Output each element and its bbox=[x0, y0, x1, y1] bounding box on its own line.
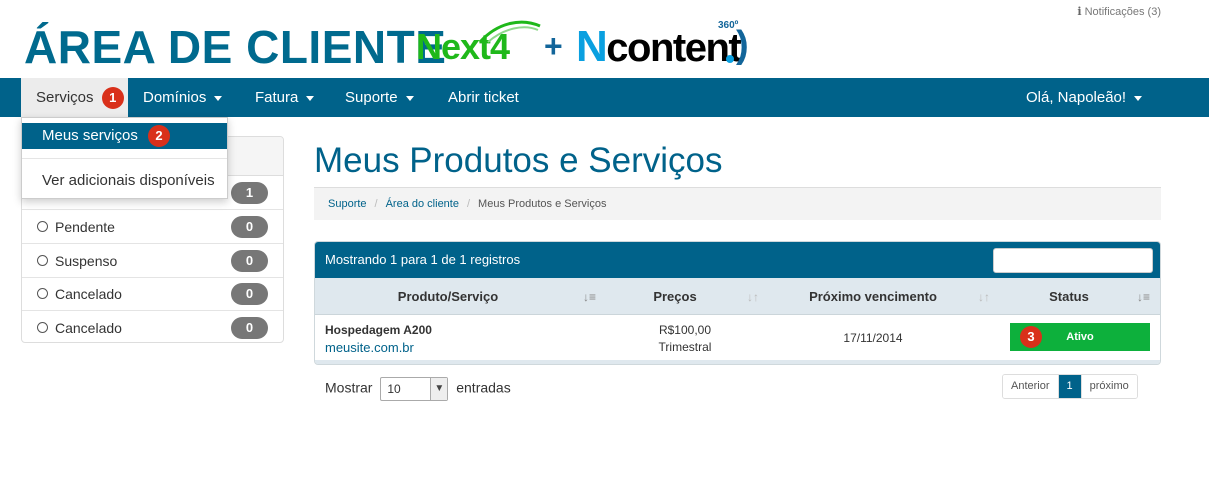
nav-abrir-ticket-label: Abrir ticket bbox=[448, 89, 519, 106]
sidebar-item-cancelado[interactable]: Cancelado 0 bbox=[22, 277, 283, 311]
step-badge-1: 1 bbox=[101, 87, 124, 110]
nav-fatura[interactable]: Fatura bbox=[255, 78, 315, 117]
servicos-dropdown-menu: Meus serviços 2 Ver adicionais disponíve… bbox=[21, 117, 228, 199]
status-label: Ativo bbox=[1066, 331, 1094, 343]
table-footer-bar bbox=[315, 360, 1160, 364]
nav-dominios[interactable]: Domínios bbox=[143, 78, 223, 117]
caret-down-icon bbox=[214, 95, 223, 101]
column-header-precos[interactable]: Preços bbox=[605, 278, 745, 315]
logo-swoosh-icon bbox=[478, 20, 541, 44]
product-name: Hospedagem A200 bbox=[325, 323, 432, 337]
sort-desc-icon: ↓≡ bbox=[583, 290, 597, 304]
nav-user-label: Olá, Napoleão! bbox=[1026, 89, 1127, 106]
pagination: Anterior 1 próximo bbox=[1002, 374, 1138, 399]
sidebar-item-label: Cancelado bbox=[55, 286, 122, 302]
nav-suporte[interactable]: Suporte bbox=[345, 78, 414, 117]
sidebar-item-pendente[interactable]: Pendente 0 bbox=[22, 210, 283, 244]
menu-item-ver-adicionais[interactable]: Ver adicionais disponíveis bbox=[42, 172, 215, 189]
chevron-down-icon: ▼ bbox=[430, 378, 448, 400]
table-row[interactable]: Hospedagem A200 meusite.com.br R$100,00 … bbox=[315, 315, 1160, 360]
breadcrumb: Suporte / Área do cliente / Meus Produtos e … bbox=[314, 187, 1161, 220]
pagination-prev[interactable]: Anterior bbox=[1003, 375, 1058, 398]
sidebar-item-label: Suspenso bbox=[55, 253, 118, 269]
menu-divider bbox=[22, 158, 227, 159]
column-header-produto[interactable]: Produto/Serviço bbox=[315, 278, 581, 315]
logo-ncontent-rest: content bbox=[606, 26, 741, 70]
entries-select[interactable]: 10 ▼ bbox=[380, 377, 449, 401]
breadcrumb-suporte[interactable]: Suporte bbox=[328, 198, 367, 210]
table-search-input[interactable] bbox=[993, 248, 1153, 273]
product-due-date: 17/11/2014 bbox=[843, 331, 903, 345]
show-label: Mostrar bbox=[325, 379, 373, 396]
logo-dot-icon bbox=[726, 55, 734, 63]
menu-item-meus-servicos[interactable]: Meus serviços 2 bbox=[22, 123, 227, 149]
menu-item-label: Meus serviços bbox=[42, 127, 138, 144]
product-price: R$100,00 bbox=[658, 323, 712, 337]
sidebar-item-count: 0 bbox=[231, 250, 268, 272]
status-badge: 3 Ativo bbox=[1010, 323, 1150, 351]
nav-fatura-label: Fatura bbox=[255, 89, 299, 106]
nav-suporte-label: Suporte bbox=[345, 89, 398, 106]
column-label: Próximo vencimento bbox=[809, 289, 937, 304]
step-badge-2: 2 bbox=[148, 125, 171, 148]
radio-icon bbox=[37, 221, 48, 232]
column-header-vencimento[interactable]: Próximo vencimento bbox=[785, 278, 961, 315]
table-header: Produto/Serviço ↓≡ Preços ↓↑ Próximo ven… bbox=[315, 278, 1160, 315]
notifications-label: Notificações (3) bbox=[1084, 6, 1161, 18]
table-toolbar: Mostrando 1 para 1 de 1 registros bbox=[315, 242, 1160, 278]
breadcrumb-separator: / bbox=[374, 198, 378, 210]
logo-ncontent: Ncontent bbox=[576, 22, 742, 72]
column-label: Status bbox=[1049, 289, 1089, 304]
caret-down-icon bbox=[1134, 95, 1143, 101]
entries-control: Mostrar 10 ▼ entradas bbox=[325, 377, 511, 401]
product-domain-link[interactable]: meusite.com.br bbox=[325, 340, 414, 355]
sidebar-item-cancelado-2[interactable]: Cancelado 0 bbox=[22, 311, 283, 342]
column-label: Produto/Serviço bbox=[397, 289, 499, 304]
sidebar-item-count: 0 bbox=[231, 283, 268, 305]
main-navbar: Serviços 1 Domínios Fatura Suporte Abrir… bbox=[0, 78, 1209, 117]
nav-servicos[interactable]: Serviços 1 bbox=[21, 78, 128, 117]
notifications-link[interactable]: i Notificações (3) bbox=[1077, 5, 1161, 18]
sidebar-item-count: 0 bbox=[231, 216, 268, 238]
entries-label: entradas bbox=[456, 379, 511, 396]
nav-dominios-label: Domínios bbox=[143, 89, 207, 106]
nav-servicos-label: Serviços bbox=[36, 89, 94, 106]
sort-both-icon: ↓↑ bbox=[747, 290, 759, 304]
sidebar-item-suspenso[interactable]: Suspenso 0 bbox=[22, 244, 283, 278]
services-table: Mostrando 1 para 1 de 1 registros Produt… bbox=[314, 241, 1161, 365]
nav-abrir-ticket[interactable]: Abrir ticket bbox=[448, 78, 519, 117]
radio-icon bbox=[37, 255, 48, 266]
breadcrumb-current: Meus Produtos e Serviços bbox=[478, 198, 607, 210]
caret-down-icon bbox=[405, 95, 414, 101]
radio-icon bbox=[37, 322, 48, 333]
sidebar-item-count: 1 bbox=[231, 182, 268, 204]
sidebar-item-count: 0 bbox=[231, 317, 268, 339]
sidebar-item-label: Pendente bbox=[55, 219, 115, 235]
logo-paren: ) bbox=[736, 24, 749, 66]
pagination-page[interactable]: 1 bbox=[1057, 375, 1081, 398]
sort-desc-icon: ↓≡ bbox=[1137, 290, 1151, 304]
step-badge-3: 3 bbox=[1020, 326, 1042, 348]
nav-user-menu[interactable]: Olá, Napoleão! bbox=[1026, 78, 1143, 117]
logo-plus: + bbox=[544, 28, 563, 64]
breadcrumb-separator: / bbox=[466, 198, 471, 210]
entries-value: 10 bbox=[387, 382, 401, 396]
product-cycle: Trimestral bbox=[658, 340, 712, 354]
logo-ncontent-n: N bbox=[576, 22, 608, 71]
page-title: Meus Produtos e Serviços bbox=[314, 141, 723, 180]
brand-title: ÁREA DE CLIENTE bbox=[24, 21, 447, 73]
sort-both-icon: ↓↑ bbox=[978, 290, 990, 304]
pagination-next[interactable]: próximo bbox=[1080, 375, 1137, 398]
sidebar-item-label: Cancelado bbox=[55, 320, 122, 336]
column-header-status[interactable]: Status bbox=[1009, 278, 1129, 315]
column-label: Preços bbox=[653, 289, 697, 304]
info-icon: i bbox=[1077, 5, 1082, 18]
caret-down-icon bbox=[306, 95, 315, 101]
table-info: Mostrando 1 para 1 de 1 registros bbox=[325, 252, 521, 267]
breadcrumb-area-cliente[interactable]: Área do cliente bbox=[386, 198, 459, 210]
radio-icon bbox=[37, 288, 48, 299]
